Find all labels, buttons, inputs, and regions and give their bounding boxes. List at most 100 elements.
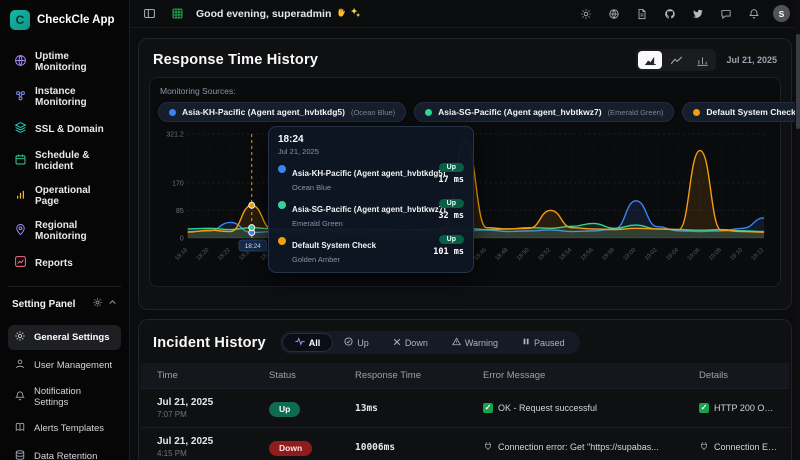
tooltip-date: Jul 21, 2025 [278, 147, 464, 156]
sidebar-item-regional-monitoring[interactable]: Regional Monitoring [8, 215, 121, 247]
sparkles-emoji [350, 7, 361, 21]
twitter-icon[interactable] [689, 5, 707, 23]
response-time-chart[interactable]: 085170321.218:1818:2018:2218:2418:2618:2… [158, 126, 772, 284]
top-header: Good evening, superadmin S [130, 0, 800, 28]
github-icon[interactable] [661, 5, 679, 23]
sidebar-item-operational-page[interactable]: Operational Page [8, 180, 121, 212]
sidebar-item-label: Alerts Templates [34, 423, 104, 434]
sidebar-item-instance-monitoring[interactable]: Instance Monitoring [8, 81, 121, 113]
filter-up[interactable]: Up [332, 334, 381, 351]
svg-text:18:50: 18:50 [516, 247, 531, 262]
legend-pill-kh[interactable]: Asia-KH-Pacific (Agent agent_hvbtkdg5) (… [158, 102, 406, 122]
legend-dot-ocean-blue [169, 109, 176, 116]
svg-text:321.2: 321.2 [166, 131, 183, 138]
status-badge-up: Up [439, 163, 464, 172]
wave-emoji [335, 7, 346, 21]
svg-text:19:02: 19:02 [644, 247, 659, 262]
table-row[interactable]: Jul 21, 2025 4:15 PM Down 10006ms Connec… [141, 427, 789, 460]
scrollbar-thumb[interactable] [796, 34, 800, 129]
pause-icon [522, 337, 530, 348]
error-message-cell: ✓ OK - Request successful [473, 395, 689, 421]
layers-icon [14, 121, 27, 137]
check-icon: ✓ [699, 403, 709, 413]
sidebar-item-notification-settings[interactable]: Notification Settings [8, 381, 121, 413]
response-card-title: Response Time History [153, 52, 318, 68]
docs-icon[interactable] [633, 5, 651, 23]
chart-type-toggle [636, 49, 716, 71]
check-circle-icon [344, 337, 353, 348]
grid-apps-icon[interactable] [168, 5, 186, 23]
language-globe-icon[interactable] [605, 5, 623, 23]
sidebar-item-reports[interactable]: Reports [8, 250, 121, 276]
x-icon [393, 338, 401, 348]
incident-time: 7:07 PM [157, 410, 249, 419]
filter-warning[interactable]: Warning [440, 334, 510, 351]
legend-name: Asia-SG-Pacific (Agent agent_hvbtkwz7) [438, 107, 601, 117]
line-chart-button[interactable] [664, 51, 688, 69]
filter-down[interactable]: Down [381, 335, 440, 351]
incident-table-header: Time Status Response Time Error Message … [141, 363, 789, 388]
svg-text:18:18: 18:18 [174, 247, 189, 262]
svg-text:18:54: 18:54 [559, 247, 574, 262]
svg-text:18:48: 18:48 [495, 247, 510, 262]
svg-text:19:10: 19:10 [729, 247, 744, 262]
sidebar: C CheckCle App Uptime Monitoring Instanc… [0, 0, 130, 460]
incident-filters: All Up Down Warning [280, 331, 580, 354]
sidebar-item-ssl-domain[interactable]: SSL & Domain [8, 116, 121, 142]
svg-text:18:46: 18:46 [473, 247, 488, 262]
legend-color-label: (Ocean Blue) [351, 108, 395, 117]
tooltip-row: Asia-SG-Pacific (Agent agent_hvbtkwz7)Em… [278, 199, 464, 228]
sidebar-item-general-settings[interactable]: General Settings [8, 325, 121, 350]
sidebar-item-alerts-templates[interactable]: Alerts Templates [8, 416, 121, 441]
incident-date: Jul 21, 2025 [157, 397, 249, 408]
legend-color-label: (Emerald Green) [608, 108, 664, 117]
user-avatar[interactable]: S [773, 5, 790, 22]
filter-all[interactable]: All [283, 334, 333, 351]
status-badge-down: Down [269, 441, 312, 456]
svg-text:19:06: 19:06 [687, 247, 702, 262]
tooltip-time: 18:24 [278, 134, 464, 145]
incident-table: Time Status Response Time Error Message … [141, 363, 789, 460]
map-pin-icon [14, 223, 27, 239]
status-badge-up: Up [439, 235, 464, 244]
sidebar-nav: Uptime Monitoring Instance Monitoring SS… [8, 46, 121, 276]
sidebar-divider [8, 286, 121, 287]
check-icon: ✓ [483, 403, 493, 413]
sidebar-settings-nav: General Settings User Management Notific… [8, 325, 121, 460]
plug-icon [699, 441, 709, 453]
app-logo[interactable]: C CheckCle App [8, 8, 121, 40]
trend-icon [14, 255, 27, 271]
sidebar-item-label: SSL & Domain [35, 124, 104, 135]
col-time: Time [141, 363, 259, 388]
filter-paused[interactable]: Paused [510, 334, 577, 351]
sidebar-item-uptime-monitoring[interactable]: Uptime Monitoring [8, 46, 121, 78]
sidebar-item-user-management[interactable]: User Management [8, 353, 121, 378]
setting-panel-header[interactable]: Setting Panel [8, 295, 121, 319]
svg-text:85: 85 [176, 208, 184, 215]
app-logo-icon: C [10, 10, 30, 30]
sidebar-item-label: Operational Page [35, 185, 115, 207]
bell-icon [14, 390, 26, 405]
tooltip-dot-amber [278, 237, 286, 245]
sidebar-item-data-retention[interactable]: Data Retention [8, 444, 121, 460]
legend-pill-sg[interactable]: Asia-SG-Pacific (Agent agent_hvbtkwz7) (… [414, 102, 674, 122]
col-error-message: Error Message [473, 363, 689, 388]
bar-chart-button[interactable] [690, 51, 714, 69]
table-row[interactable]: Jul 21, 2025 7:07 PM Up 13ms ✓ OK - Requ… [141, 388, 789, 427]
monitoring-sources-label: Monitoring Sources: [160, 86, 772, 96]
chart-date[interactable]: Jul 21, 2025 [726, 55, 777, 65]
svg-text:18:24: 18:24 [245, 243, 261, 250]
chevron-up-icon [108, 298, 117, 310]
gear-icon [92, 297, 103, 311]
notifications-bell-icon[interactable] [745, 5, 763, 23]
sidebar-toggle-button[interactable] [140, 5, 158, 23]
sidebar-item-schedule-incident[interactable]: Schedule & Incident [8, 145, 121, 177]
theme-toggle-icon[interactable] [577, 5, 595, 23]
chat-icon[interactable] [717, 5, 735, 23]
svg-text:19:08: 19:08 [708, 247, 723, 262]
app-title: CheckCle App [37, 14, 115, 26]
svg-text:18:22: 18:22 [217, 247, 232, 262]
gear-icon [14, 330, 26, 345]
legend-pill-default[interactable]: Default System Check (Golden Amber) [682, 102, 800, 122]
area-chart-button[interactable] [638, 51, 662, 69]
